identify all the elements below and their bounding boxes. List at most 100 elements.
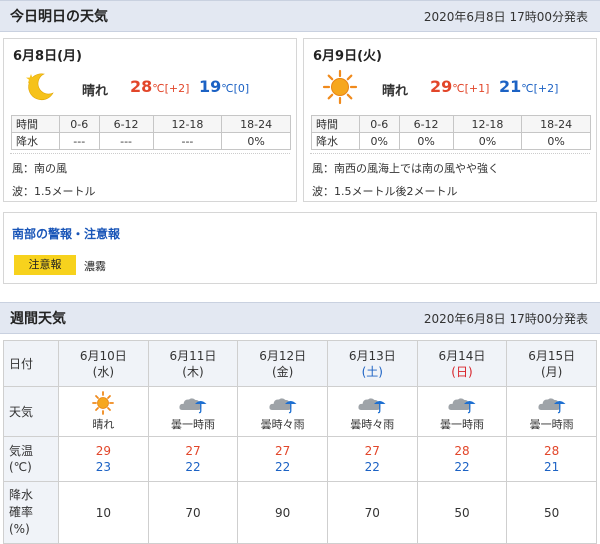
high-temp: 28 — [130, 77, 153, 96]
high-unit: ℃ — [452, 82, 465, 95]
weekly-temp-cell: 27 22 — [147, 436, 239, 482]
weekly-pop-cell: 70 — [326, 481, 418, 544]
table-cell: 時間 — [311, 115, 360, 133]
weekly-temp-cell: 29 23 — [58, 436, 149, 482]
weekly-temp-cell: 28 21 — [506, 436, 597, 482]
wave-info: 波：1.5メートル — [12, 185, 96, 198]
weekly-day-of-week: (金) — [271, 364, 294, 379]
weekly-high-temp: 28 — [544, 444, 560, 458]
day-panel-today: 6月8日(月) 晴れ 28℃[+2] 19℃[0] 時間 0-6 6-12 12… — [3, 38, 297, 202]
weekly-low-temp: 22 — [275, 460, 291, 474]
weekly-pop-cell: 50 — [416, 481, 508, 544]
cloud-umbrella-icon — [179, 398, 207, 414]
weekly-low-temp: 23 — [95, 460, 111, 474]
day-date: 6月8日(月) — [13, 49, 82, 64]
weekly-low-temp: 22 — [185, 460, 201, 474]
high-temp: 29 — [430, 77, 453, 96]
weekly-date: 6月10日 — [79, 348, 127, 363]
advisory-value: 濃霧 — [84, 260, 106, 273]
row-label-weather: 天気 — [3, 386, 59, 437]
today-issued-time: 2020年6月8日 17時00分発表 — [423, 9, 588, 24]
table-cell: 6-12 — [98, 115, 154, 133]
day-temps: 29℃[+1] 21℃[+2] — [430, 77, 558, 96]
label-line: 確率 — [9, 505, 34, 519]
weekly-weather: 曇時々雨 — [350, 418, 395, 431]
today-tomorrow-header: 今日明日の天気 2020年6月8日 17時00分発表 — [0, 0, 600, 32]
weekly-low-temp: 22 — [364, 460, 380, 474]
weekly-pop-cell: 70 — [147, 481, 239, 544]
weekly-temp-cell: 28 22 — [416, 436, 508, 482]
wave-info: 波：1.5メートル後2メートル — [312, 185, 458, 198]
weekly-pop: 50 — [454, 505, 470, 520]
weekly-temp-cell: 27 22 — [326, 436, 418, 482]
low-temp: 19 — [198, 77, 222, 96]
weekly-pop: 70 — [185, 505, 201, 520]
weekly-weather: 曇一時雨 — [439, 418, 484, 431]
weekly-low-temp: 22 — [454, 460, 470, 474]
row-label-pop: 降水確率 (%) — [3, 481, 59, 544]
warning-title-link[interactable]: 南部の警報・注意報 — [12, 225, 120, 242]
label-line: 気温 — [9, 444, 34, 458]
weekly-pop-cell: 90 — [237, 481, 328, 544]
low-unit: ℃ — [221, 82, 234, 95]
table-cell: 18-24 — [521, 115, 591, 133]
cloud-umbrella-icon — [269, 398, 297, 414]
wind-info: 風：南の風 — [12, 162, 67, 175]
weekly-weather: 曇一時雨 — [170, 418, 215, 431]
weekly-date: 6月12日 — [259, 348, 307, 363]
label-line: (%) — [9, 522, 30, 536]
weekly-issued-time: 2020年6月8日 17時00分発表 — [423, 311, 588, 326]
weekly-high-temp: 27 — [185, 444, 201, 458]
high-diff: [+1] — [464, 82, 490, 95]
table-cell: 0-6 — [59, 115, 100, 133]
table-cell: 0-6 — [359, 115, 400, 133]
table-cell: 0% — [452, 132, 523, 150]
day-weather: 晴れ — [382, 84, 409, 99]
weekly-date-cell: 6月10日 (水) — [58, 340, 149, 387]
weekly-weather-cell: 曇時々雨 — [326, 386, 418, 437]
cloud-umbrella-icon — [448, 398, 476, 414]
weekly-low-temp: 21 — [544, 460, 560, 474]
weekly-date-cell: 6月14日 (日) — [416, 340, 508, 387]
weekly-temp-cell: 27 22 — [237, 436, 328, 482]
weekly-day-of-week: (土) — [361, 364, 383, 379]
weekly-weather-cell: 曇一時雨 — [416, 386, 508, 437]
divider — [10, 153, 290, 154]
weekly-weather-cell: 曇一時雨 — [506, 386, 597, 437]
weekly-date: 6月13日 — [348, 348, 396, 363]
day-panel-tomorrow: 6月9日(火) 晴れ 29℃[+1] 21℃[+2] 時間 0-6 6-12 1… — [303, 38, 597, 202]
weekly-pop: 70 — [364, 505, 380, 520]
weekly-high-temp: 27 — [364, 444, 380, 458]
weekly-pop-cell: 10 — [58, 481, 149, 544]
weekly-weather-cell: 曇一時雨 — [147, 386, 239, 437]
precip-table: 時間 0-6 6-12 12-18 18-24 降水 0% 0% 0% 0% — [311, 115, 591, 150]
table-cell: 6-12 — [398, 115, 454, 133]
weekly-high-temp: 27 — [275, 444, 291, 458]
table-cell: 12-18 — [452, 115, 523, 133]
low-temp: 21 — [498, 77, 522, 96]
day-temps: 28℃[+2] 19℃[0] — [130, 77, 249, 96]
advisory-badge: 注意報 — [14, 255, 76, 275]
weekly-day-of-week: (日) — [451, 364, 473, 379]
weekly-high-temp: 28 — [454, 444, 470, 458]
table-cell: 0% — [221, 132, 291, 150]
weekly-date: 6月15日 — [528, 348, 576, 363]
weekly-title: 週間天気 — [10, 311, 66, 327]
precip-table: 時間 0-6 6-12 12-18 18-24 降水 --- --- --- 0… — [11, 115, 291, 150]
weekly-pop: 90 — [275, 505, 291, 520]
label-line: (℃) — [9, 460, 32, 474]
moon-icon — [26, 73, 54, 101]
day-date: 6月9日(火) — [313, 49, 382, 64]
day-weather: 晴れ — [82, 84, 109, 99]
divider — [310, 153, 590, 154]
row-label-temp: 気温 (℃) — [3, 436, 59, 482]
weekly-pop: 10 — [95, 505, 111, 520]
warning-panel: 南部の警報・注意報 注意報 濃霧 — [3, 212, 597, 284]
table-cell: 18-24 — [221, 115, 291, 133]
table-cell: 降水 — [11, 132, 60, 150]
weekly-high-temp: 29 — [95, 444, 111, 458]
weekly-date-cell: 6月11日 (木) — [147, 340, 239, 387]
label-line: 降水 — [9, 488, 34, 502]
table-cell: 12-18 — [152, 115, 223, 133]
table-cell: 時間 — [11, 115, 60, 133]
